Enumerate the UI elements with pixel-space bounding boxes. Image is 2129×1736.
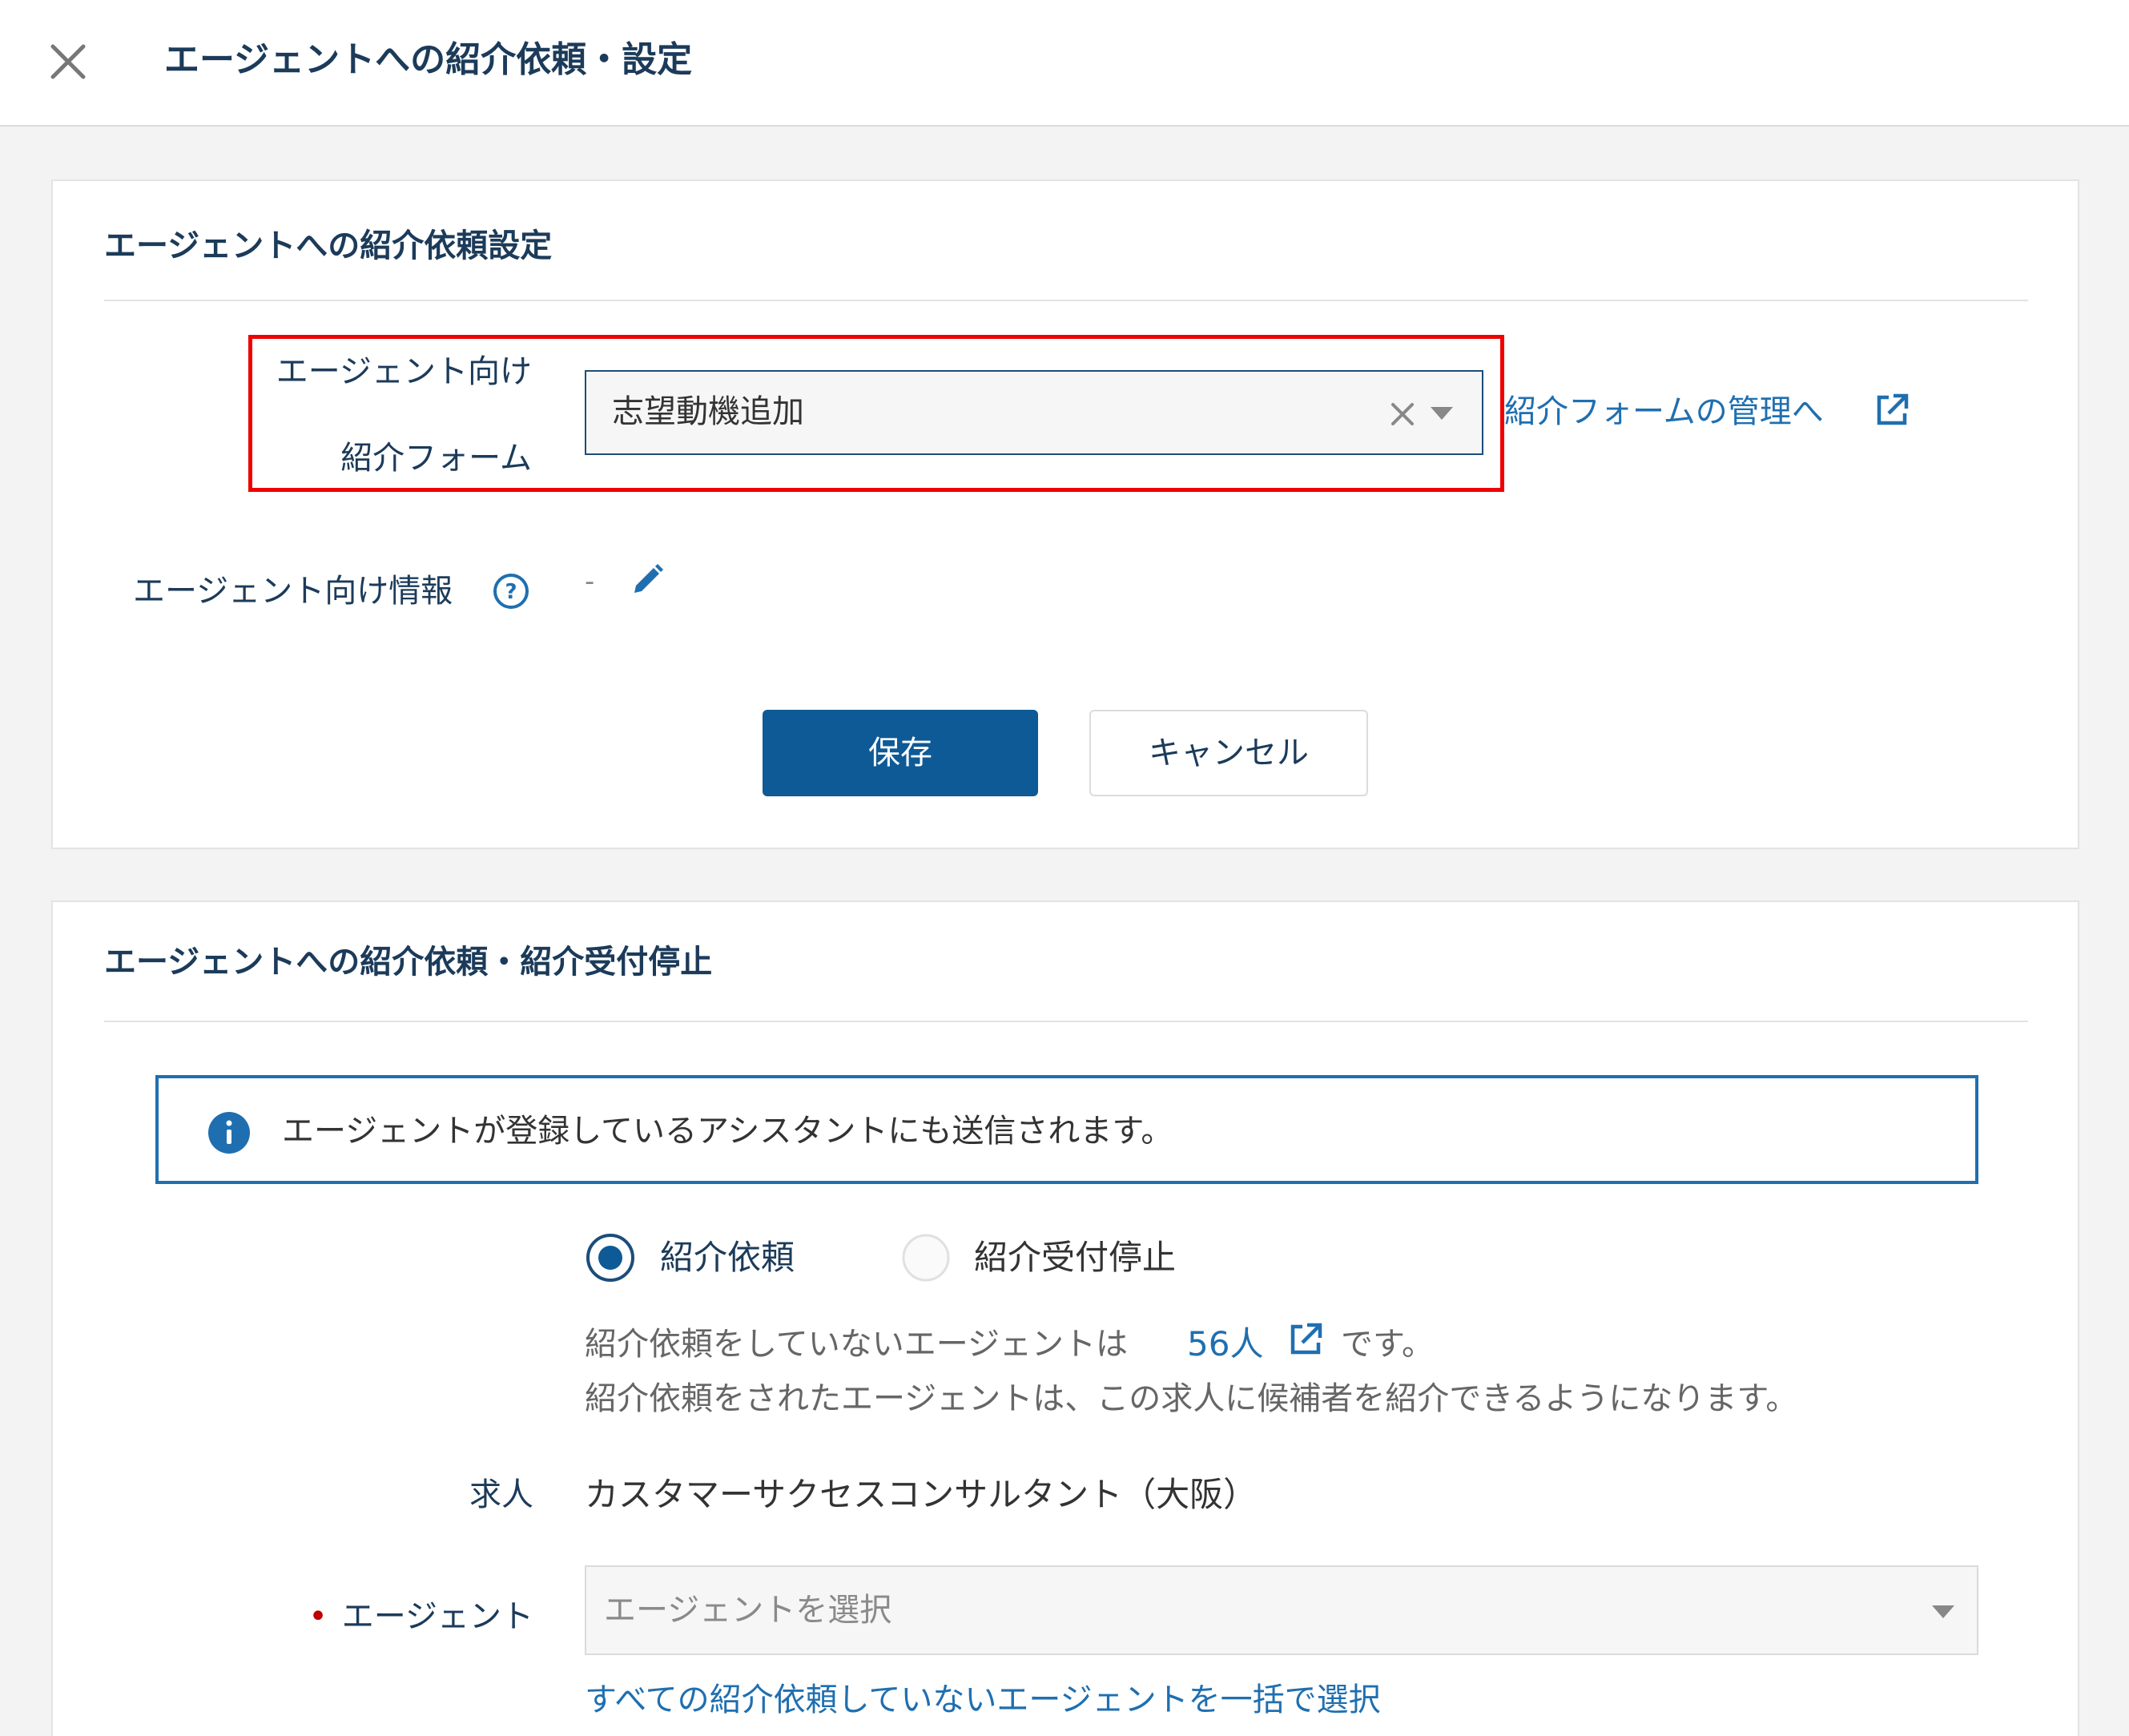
manage-form-link[interactable]: 紹介フォームの管理へ <box>1504 388 1824 436</box>
agent-select[interactable]: エージェントを選択 <box>585 1565 1978 1655</box>
external-link-icon[interactable] <box>1873 391 1911 429</box>
notice-box: エージェントが登録しているアシスタントにも送信されます。 <box>155 1075 1978 1184</box>
radio-request[interactable] <box>585 1232 636 1283</box>
settings-divider <box>104 300 2028 301</box>
agent-label: エージェント <box>341 1598 533 1635</box>
radio-stop[interactable] <box>900 1232 952 1283</box>
close-icon[interactable] <box>46 40 90 83</box>
help-icon[interactable]: ? <box>492 572 530 610</box>
cancel-button[interactable]: キャンセル <box>1089 710 1368 796</box>
header-bar: エージェントへの紹介依頼・設定 <box>0 0 2129 127</box>
agent-select-placeholder: エージェントを選択 <box>604 1592 892 1629</box>
request-card-title: エージェントへの紹介依頼・紹介受付停止 <box>104 944 713 981</box>
edit-pencil-icon[interactable] <box>630 562 665 598</box>
notice-text: エージェントが登録しているアシスタントにも送信されます。 <box>282 1113 1173 1150</box>
agent-field-label: • エージェント <box>293 1593 533 1647</box>
external-link-icon[interactable] <box>1286 1320 1325 1359</box>
settings-card-title: エージェントへの紹介依頼設定 <box>104 228 553 264</box>
request-card: エージェントへの紹介依頼・紹介受付停止 エージェントが登録しているアシスタントに… <box>51 900 2079 1736</box>
job-label: 求人 <box>469 1476 533 1513</box>
agent-info-label: エージェント向け情報 <box>133 573 453 610</box>
intro-form-select[interactable]: 志望動機追加 <box>585 370 1483 455</box>
required-mark: • <box>308 1598 328 1635</box>
info-icon <box>208 1112 250 1154</box>
desc-line2: 紹介依頼をされたエージェントは、この求人に候補者を紹介できるようになります。 <box>585 1380 1798 1417</box>
form-label-line1: エージェント向け <box>276 353 532 390</box>
desc-prefix: 紹介依頼をしていないエージェントは <box>585 1326 1128 1363</box>
bulk-select-link[interactable]: すべての紹介依頼していないエージェントを一括で選択 <box>585 1676 1381 1724</box>
svg-text:?: ? <box>505 580 517 604</box>
desc-suffix: です。 <box>1341 1326 1434 1363</box>
chevron-down-icon <box>1431 407 1453 421</box>
agent-info-value: - <box>585 566 595 598</box>
settings-card: エージェントへの紹介依頼設定 エージェント向け 紹介フォーム 志望動機追加 紹介… <box>51 179 2079 849</box>
radio-request-label[interactable]: 紹介依頼 <box>660 1234 795 1282</box>
request-divider <box>104 1021 2028 1022</box>
radio-stop-label[interactable]: 紹介受付停止 <box>974 1234 1176 1282</box>
chevron-down-icon <box>1932 1605 1954 1620</box>
page-title: エージェントへの紹介依頼・設定 <box>164 39 693 80</box>
intro-form-select-value: 志望動機追加 <box>612 393 804 430</box>
save-button[interactable]: 保存 <box>763 710 1038 796</box>
form-label-line2: 紹介フォーム <box>340 440 532 477</box>
clear-icon[interactable] <box>1389 401 1416 428</box>
unrequested-count-link[interactable]: 56人 <box>1187 1320 1263 1368</box>
job-value: カスタマーサクセスコンサルタント（大阪） <box>585 1475 1258 1514</box>
